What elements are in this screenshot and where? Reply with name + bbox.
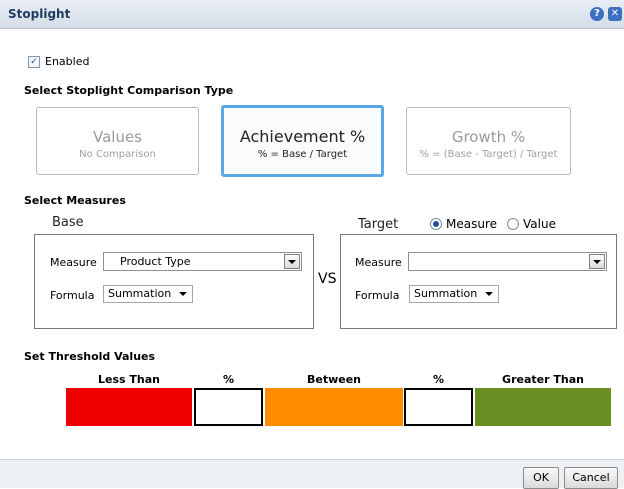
ok-button[interactable]: OK [523,467,559,489]
chevron-down-icon[interactable] [284,254,300,269]
chevron-down-icon[interactable] [589,254,605,269]
radio-value-label: Value [523,217,556,231]
chevron-down-icon [485,292,493,296]
comparison-type-heading: Select Stoplight Comparison Type [24,84,234,97]
base-formula-label: Formula [50,289,95,302]
enabled-checkbox-row[interactable]: ✓ Enabled [28,55,89,68]
threshold-color-less-than [66,388,192,426]
comparison-option-title: Growth % [451,128,526,146]
chevron-down-icon [179,292,187,296]
threshold-header-percent-high: % [432,373,445,386]
comparison-option-growth[interactable]: Growth % % = (Base - Target) / Target [406,107,571,175]
threshold-percent-high-input[interactable] [404,388,473,426]
threshold-header-less-than: Less Than [98,373,160,386]
threshold-header-between: Between [306,373,362,386]
target-formula-label: Formula [355,289,400,302]
base-formula-value: Summation [108,287,172,300]
help-icon[interactable]: ? [590,7,604,21]
comparison-option-values[interactable]: Values No Comparison [36,107,199,175]
target-panel [340,234,617,329]
dialog-titlebar: Stoplight ? ✕ [0,0,624,29]
threshold-color-greater-than [475,388,611,426]
dialog-title: Stoplight [8,7,71,21]
comparison-option-subtitle: No Comparison [79,149,156,160]
close-icon[interactable]: ✕ [608,7,622,21]
comparison-option-title: Values [92,128,142,146]
base-formula-select[interactable]: Summation [103,285,193,303]
comparison-option-subtitle: % = Base / Target [257,149,348,160]
enabled-checkbox[interactable]: ✓ [28,55,40,68]
target-measure-label: Measure [355,256,402,269]
base-panel [34,234,314,329]
target-measure-select[interactable] [408,252,607,271]
vs-label: VS [318,271,337,287]
radio-measure-label: Measure [446,217,497,231]
base-label: Base [52,215,84,230]
target-formula-value: Summation [414,287,478,300]
select-measures-heading: Select Measures [24,194,126,207]
base-measure-value: Product Type [120,255,191,268]
threshold-percent-low-input[interactable] [194,388,263,426]
threshold-color-between [265,388,403,426]
radio-value[interactable] [507,218,519,230]
target-formula-select[interactable]: Summation [409,285,499,303]
threshold-heading: Set Threshold Values [24,350,156,363]
comparison-option-subtitle: % = (Base - Target) / Target [419,149,558,160]
threshold-header-percent-low: % [222,373,235,386]
threshold-header-greater-than: Greater Than [502,373,584,386]
target-type-radio-group: Measure Value [430,217,556,231]
comparison-option-title: Achievement % [239,127,366,146]
base-measure-label: Measure [50,256,97,269]
enabled-label: Enabled [45,55,90,68]
target-label: Target [358,217,399,232]
base-measure-select[interactable]: Product Type [103,252,302,271]
cancel-button[interactable]: Cancel [564,467,618,489]
radio-measure[interactable] [430,218,442,230]
comparison-option-achievement[interactable]: Achievement % % = Base / Target [221,105,384,177]
